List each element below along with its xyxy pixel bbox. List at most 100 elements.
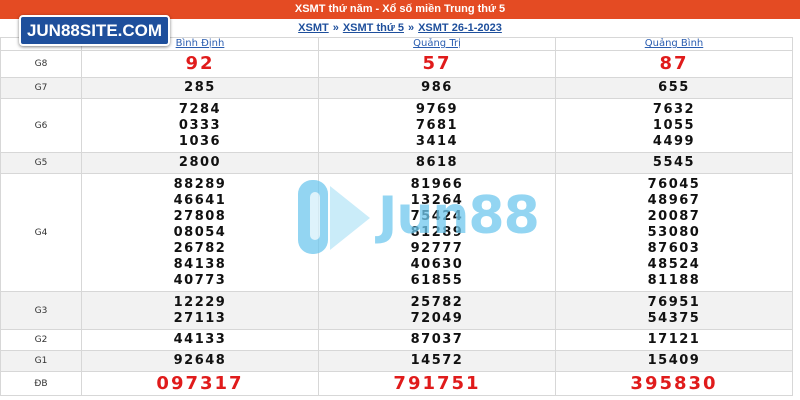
prize-number: 655 [658, 80, 690, 95]
prize-row: G6 7284 0333 1036 9769 7681 3414 7632 1055 4499 [0, 98, 793, 153]
prize-number: 61855 [410, 272, 464, 288]
prize-row: G4 88289 46641 27808 08054 26782 84138 40773 819… [0, 173, 793, 292]
prize-number: 14572 [410, 353, 464, 368]
prize-row: G7 285 986 655 [0, 77, 793, 99]
prize-number: 46641 [173, 192, 227, 208]
prize-cell: 7284 0333 1036 [81, 98, 319, 153]
prize-number: 75424 [410, 208, 464, 224]
prize-cell: 395830 [555, 371, 793, 396]
prize-number: 92777 [410, 240, 464, 256]
prize-cell: 25782 72049 [318, 291, 556, 330]
prize-cell: 8618 [318, 152, 556, 174]
prize-number: 81188 [647, 272, 701, 288]
prize-cell: 791751 [318, 371, 556, 396]
prize-cell: 76951 54375 [555, 291, 793, 330]
prize-cell: 81966 13264 75424 81289 92777 40630 61855 [318, 173, 556, 292]
prize-number: 2800 [178, 155, 222, 170]
site-logo: JUN88SITE.COM [19, 15, 170, 46]
prize-number: 1055 [652, 117, 696, 133]
prize-number: 92648 [173, 353, 227, 368]
prize-number: 88289 [173, 176, 227, 192]
breadcrumb-separator: » [407, 22, 415, 34]
prize-number: 54375 [647, 310, 701, 326]
prize-number: 44133 [173, 332, 227, 347]
prize-number: 57 [422, 53, 452, 74]
prize-cell: 285 [81, 77, 319, 99]
prize-number: 4499 [652, 133, 696, 149]
breadcrumb-xsmt[interactable]: XSMT [298, 22, 329, 34]
prize-cell: 76045 48967 20087 53080 87603 48524 81188 [555, 173, 793, 292]
prize-cell: 87 [555, 50, 793, 78]
prize-number: 7632 [652, 101, 696, 117]
prize-number: 12229 [173, 294, 227, 310]
prize-number: 986 [421, 80, 453, 95]
prize-number: 097317 [156, 372, 244, 394]
prize-row: G5 2800 8618 5545 [0, 152, 793, 174]
prize-cell: 986 [318, 77, 556, 99]
prize-cell: 88289 46641 27808 08054 26782 84138 40773 [81, 173, 319, 292]
breadcrumb-xsmt-thu-5[interactable]: XSMT thứ 5 [343, 22, 404, 34]
prize-number: 7681 [415, 117, 459, 133]
prize-number: 76951 [647, 294, 701, 310]
prize-number: 13264 [410, 192, 464, 208]
prize-number: 791751 [393, 372, 481, 394]
prize-number: 1036 [178, 133, 222, 149]
prize-label: G3 [0, 291, 82, 330]
prize-number: 0333 [178, 117, 222, 133]
prize-cell: 57 [318, 50, 556, 78]
province-header-quang-tri[interactable]: Quảng Trị [318, 37, 556, 51]
prize-cell: 12229 27113 [81, 291, 319, 330]
page-title: XSMT thứ năm - Xổ số miền Trung thứ 5 [294, 3, 506, 15]
prize-number: 81966 [410, 176, 464, 192]
prize-number: 87037 [410, 332, 464, 347]
prize-number: 3414 [415, 133, 459, 149]
prize-number: 8618 [415, 155, 459, 170]
prize-label: G4 [0, 173, 82, 292]
prize-number: 5545 [652, 155, 696, 170]
prize-row: G8 92 57 87 [0, 50, 793, 78]
prize-number: 87 [659, 53, 689, 74]
prize-number: 84138 [173, 256, 227, 272]
prize-row: G1 92648 14572 15409 [0, 350, 793, 372]
prize-cell: 87037 [318, 329, 556, 351]
prize-cell: 92648 [81, 350, 319, 372]
prize-label: G8 [0, 50, 82, 78]
prize-number: 81289 [410, 224, 464, 240]
prize-number: 72049 [410, 310, 464, 326]
prize-number: 25782 [410, 294, 464, 310]
prize-number: 15409 [647, 353, 701, 368]
prize-number: 76045 [647, 176, 701, 192]
prize-cell: 14572 [318, 350, 556, 372]
prize-cell: 097317 [81, 371, 319, 396]
prize-number: 40773 [173, 272, 227, 288]
prize-cell: 655 [555, 77, 793, 99]
prize-cell: 5545 [555, 152, 793, 174]
prize-number: 26782 [173, 240, 227, 256]
prize-number: 27113 [173, 310, 227, 326]
prize-label: G7 [0, 77, 82, 99]
prize-row: G3 12229 27113 25782 72049 76951 54375 [0, 291, 793, 330]
prize-cell: 2800 [81, 152, 319, 174]
prize-cell: 9769 7681 3414 [318, 98, 556, 153]
prize-number: 53080 [647, 224, 701, 240]
prize-label: ĐB [0, 371, 82, 396]
prize-number: 40630 [410, 256, 464, 272]
prize-number: 17121 [647, 332, 701, 347]
breadcrumb-date[interactable]: XSMT 26-1-2023 [418, 22, 502, 34]
prize-number: 48524 [647, 256, 701, 272]
prize-number: 27808 [173, 208, 227, 224]
results-table: Bình Định Quảng Trị Quảng Bình G8 92 57 87 G… [0, 37, 793, 396]
prize-cell: 92 [81, 50, 319, 78]
prize-cell: 44133 [81, 329, 319, 351]
province-header-quang-binh[interactable]: Quảng Bình [555, 37, 793, 51]
prize-number: 395830 [630, 372, 718, 394]
prize-row: G2 44133 87037 17121 [0, 329, 793, 351]
prize-label: G2 [0, 329, 82, 351]
prize-number: 87603 [647, 240, 701, 256]
prize-number: 20087 [647, 208, 701, 224]
prize-number: 48967 [647, 192, 701, 208]
prize-cell: 15409 [555, 350, 793, 372]
prize-label: G6 [0, 98, 82, 153]
prize-number: 9769 [415, 101, 459, 117]
prize-number: 08054 [173, 224, 227, 240]
